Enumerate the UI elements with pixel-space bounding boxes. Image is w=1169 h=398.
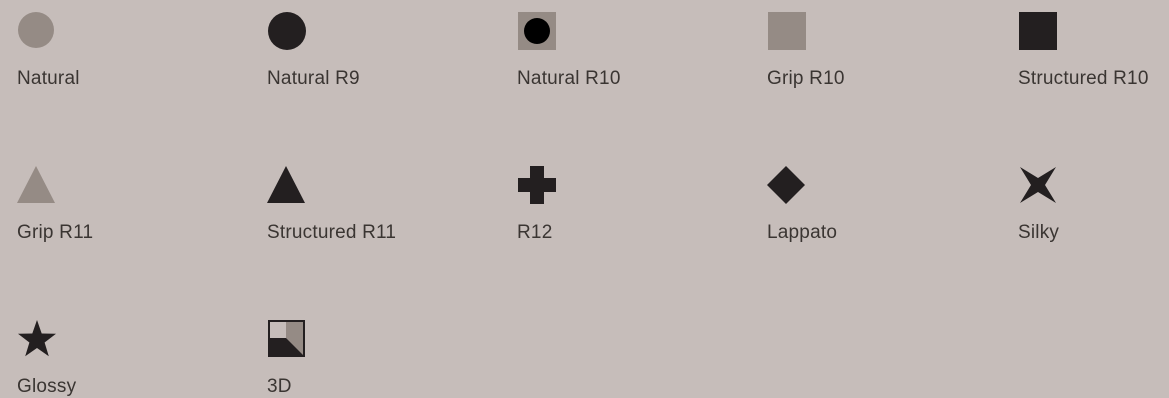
cross-icon [518,166,556,204]
four-point-star-icon [1020,167,1056,203]
circle-dark-icon [268,12,306,50]
finish-natural: Natural [17,11,217,89]
triangle-dark-icon [267,166,305,203]
finish-label: 3D [267,376,292,397]
finish-label: Natural [17,68,80,89]
finish-label: Natural R10 [517,68,621,89]
finish-label: Grip R11 [17,222,94,243]
finish-natural-r10: Natural R10 [517,11,717,89]
finish-lappato: Lappato [767,165,967,243]
finish-3d: 3D [267,319,467,397]
square-dark-icon [1019,12,1057,50]
3d-square-icon [268,320,305,357]
triangle-light-icon [17,166,55,203]
finish-silky: Silky [1018,165,1169,243]
finish-label: Grip R10 [767,68,845,89]
finish-label: Silky [1018,222,1060,243]
diamond-icon [767,166,805,204]
finish-grip-r11: Grip R11 [17,165,217,243]
star-icon [18,320,56,357]
finish-structured-r11: Structured R11 [267,165,467,243]
finish-label: Natural R9 [267,68,360,89]
finish-natural-r9: Natural R9 [267,11,467,89]
circle-light-icon [18,12,54,48]
finish-label: Lappato [767,222,838,243]
finish-glossy: Glossy [17,319,217,397]
finish-label: Structured R11 [267,222,397,243]
finish-label: Glossy [17,376,77,397]
dot-in-square-icon [518,12,556,50]
finish-grip-r10: Grip R10 [767,11,967,89]
finish-structured-r10: Structured R10 [1018,11,1169,89]
square-light-icon [768,12,806,50]
finish-label: Structured R10 [1018,68,1149,89]
finish-r12: R12 [517,165,717,243]
finish-label: R12 [517,222,553,243]
